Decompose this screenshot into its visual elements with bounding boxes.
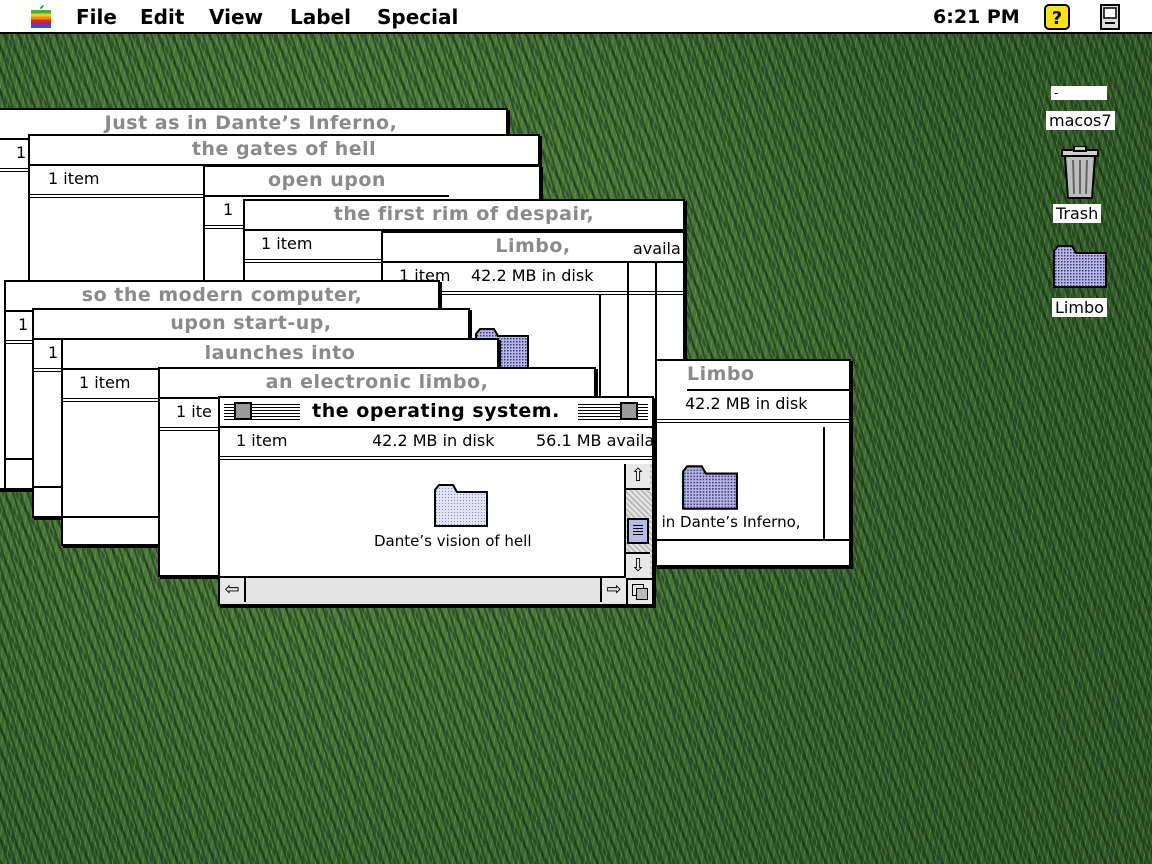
window-title[interactable]: the first rim of despair, [245,201,683,231]
menu-view[interactable]: View [209,5,263,29]
application-menu-icon[interactable] [1097,3,1123,31]
disk-space: 42.2 MB in disk [685,394,808,413]
disk-icon[interactable]: - [1051,86,1107,100]
scroll-up-arrow[interactable]: ⇧ [626,464,650,490]
window-title[interactable]: the gates of hell [30,136,538,166]
window-title[interactable]: open upon [205,167,449,197]
scrollbar-edge [599,295,601,409]
window-operating-system[interactable]: the operating system. 1 item 42.2 MB in … [218,396,654,606]
item-count: 1 item [236,431,288,450]
item-count: 1 [18,315,29,334]
limbo-folder-label: Limbo [1052,298,1107,317]
disk-space: 42.2 MB in disk [372,431,495,450]
menu-special[interactable]: Special [377,5,458,29]
item-count: 1 item [79,373,131,392]
window-info-bar: 1 item 42.2 MB in disk 56.1 MB availa [220,426,652,460]
window-title[interactable]: Limbo [687,361,849,391]
limbo-folder-icon[interactable] [1052,243,1108,289]
scrollbar-edge [823,427,825,539]
window-title[interactable]: upon start-up, [34,310,468,340]
menu-clock[interactable]: 6:21 PM [933,6,1020,28]
scroll-thumb[interactable] [627,518,649,544]
trash-label: Trash [1053,204,1102,223]
disk-space: 42.2 MB in disk [471,266,594,285]
folder-label: Dante’s vision of hell [374,532,532,550]
window-info-bar: 42.2 MB in disk [657,389,849,423]
resize-grow-box[interactable] [626,578,652,604]
item-count: 1 ite [176,402,212,421]
available-space: 56.1 MB availa [536,431,654,450]
item-count: 1 [16,143,27,162]
menu-file[interactable]: File [76,5,117,29]
item-count: 1 item [48,169,100,188]
menu-label[interactable]: Label [290,5,351,29]
menu-bar: File Edit View Label Special 6:21 PM ? [0,0,1152,34]
item-count: 1 [223,200,234,219]
help-icon[interactable]: ? [1043,3,1071,31]
item-count: 1 item [261,234,313,253]
window-title: the operating system. [304,400,568,422]
disk-label: macos7 [1046,111,1115,130]
folder-icon[interactable] [432,482,490,528]
trash-icon[interactable] [1060,146,1100,200]
available-space: availa [633,239,681,258]
window-title[interactable]: an electronic limbo, [160,369,594,399]
menu-edit[interactable]: Edit [140,5,184,29]
scroll-down-arrow[interactable]: ⇩ [626,552,650,578]
zoom-box-button[interactable] [620,402,638,420]
window-title-bar[interactable]: the operating system. [220,398,652,428]
apple-menu-icon[interactable] [30,4,52,28]
window-title[interactable]: launches into [63,340,497,370]
scrollbar-edge [627,261,629,409]
folder-icon[interactable] [681,463,739,511]
item-count: 1 [48,343,59,362]
horizontal-scrollbar[interactable]: ⇦ ⇨ [220,576,626,604]
svg-text:?: ? [1052,8,1062,29]
close-box-button[interactable] [234,402,252,420]
folder-label: s in Dante’s Inferno, [655,513,801,531]
vertical-scrollbar[interactable]: ⇧ ⇩ [624,464,652,578]
scroll-right-arrow[interactable]: ⇨ [600,578,626,602]
window-bottom-edge [657,539,849,541]
window-limbo[interactable]: Limbo 42.2 MB in disk s in Dante’s Infer… [655,359,851,567]
scroll-left-arrow[interactable]: ⇦ [220,578,246,602]
